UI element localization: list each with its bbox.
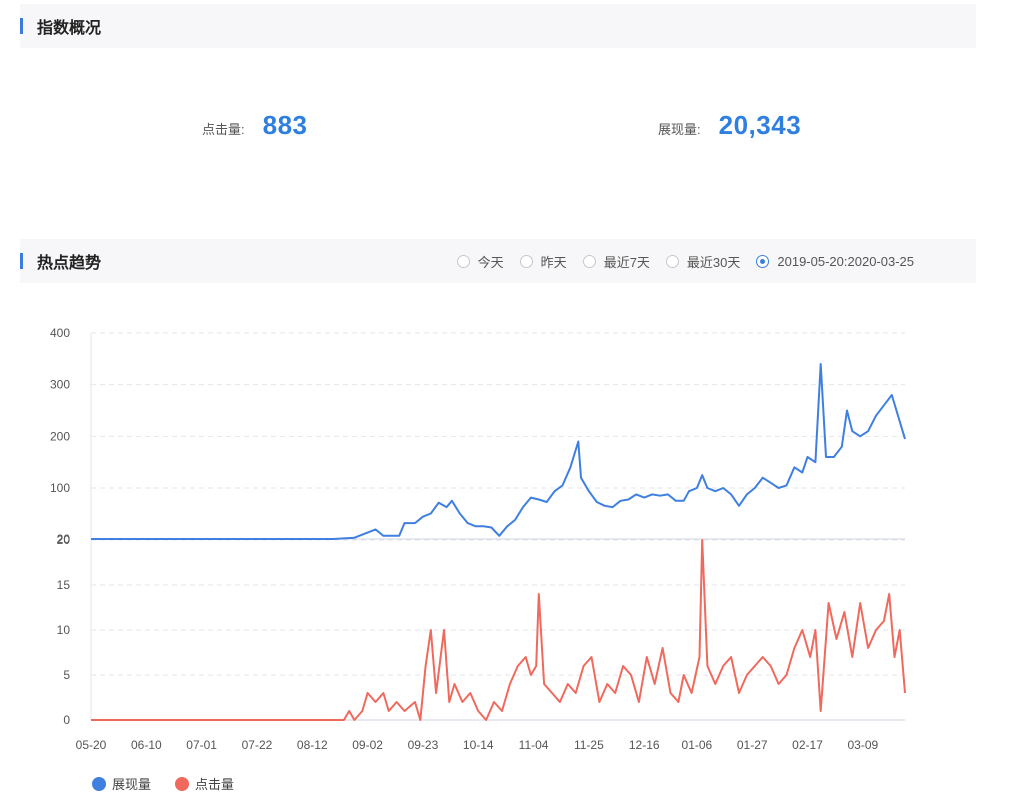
x-tick-label: 07-01 (186, 738, 217, 752)
range-option-custom[interactable]: 2019-05-20:2020-03-25 (756, 254, 914, 269)
date-range-selector: 今天 昨天 最近7天 最近30天 2019-05-20:2020-03-25 (441, 239, 914, 283)
trend-header: 热点趋势 今天 昨天 最近7天 最近30天 2019-05-20:2020-03… (20, 239, 976, 283)
radio-selected-icon[interactable] (756, 254, 770, 268)
chart-series (91, 363, 906, 721)
chart-gridlines (91, 332, 905, 721)
legend-dot-icon (175, 776, 190, 791)
overview-header: 指数概况 (20, 4, 976, 48)
legend-dot-icon (92, 776, 106, 791)
range-option-label: 最近7天 (603, 254, 650, 270)
views-label: 展现量: (658, 122, 701, 137)
x-tick-label: 02-17 (792, 738, 823, 752)
x-tick-label: 09-23 (408, 738, 439, 752)
legend-item-views[interactable]: 展现量 (92, 774, 151, 793)
range-option-last-7-days[interactable]: 最近7天 (582, 252, 650, 271)
range-option-today[interactable]: 今天 (456, 252, 504, 271)
clicks-stat: 点击量: 883 (202, 110, 308, 141)
x-tick-label: 07-22 (242, 738, 273, 752)
y-tick-label: 100 (50, 481, 70, 495)
x-tick-label: 03-09 (847, 738, 878, 752)
range-option-label: 最近30天 (686, 254, 741, 270)
y-tick-label: 300 (50, 378, 70, 392)
x-tick-label: 10-14 (463, 738, 494, 752)
legend-item-clicks[interactable]: 点击量 (175, 774, 234, 793)
radio-icon[interactable] (519, 254, 533, 268)
range-option-yesterday[interactable]: 昨天 (519, 252, 567, 271)
legend-label: 展现量 (112, 777, 152, 792)
radio-icon[interactable] (456, 254, 470, 268)
x-tick-label: 01-06 (682, 738, 713, 752)
y-tick-label: 400 (50, 326, 70, 340)
y-tick-label: 20 (57, 533, 71, 547)
range-option-last-30-days[interactable]: 最近30天 (665, 252, 741, 271)
radio-icon[interactable] (582, 254, 596, 268)
x-tick-label: 01-27 (737, 738, 768, 752)
x-tick-label: 11-04 (519, 738, 549, 752)
range-option-label: 2019-05-20:2020-03-25 (777, 253, 914, 269)
chart-legend: 展现量 点击量 (92, 774, 258, 793)
legend-label: 点击量 (195, 777, 235, 792)
series-line-views (91, 363, 906, 540)
y-tick-label: 10 (57, 623, 71, 637)
trend-title: 热点趋势 (37, 255, 102, 272)
range-option-label: 昨天 (540, 254, 567, 270)
x-tick-label: 12-16 (629, 738, 660, 752)
y-tick-label: 0 (63, 713, 70, 727)
section-accent-bar (20, 18, 23, 34)
radio-icon[interactable] (665, 254, 679, 268)
trend-chart: 201002003004000510152005-20 06-10 07-01 07-… (50, 326, 906, 752)
clicks-label: 点击量: (202, 122, 245, 137)
overview-title: 指数概况 (37, 20, 102, 37)
range-option-label: 今天 (477, 254, 504, 270)
y-tick-label: 5 (63, 668, 70, 682)
x-tick-label: 05-20 (76, 738, 107, 752)
x-tick-label: 08-12 (297, 738, 328, 752)
x-tick-label: 09-02 (352, 738, 383, 752)
views-stat: 展现量: 20,343 (658, 110, 801, 141)
y-tick-label: 200 (50, 429, 70, 443)
section-accent-bar (20, 253, 23, 269)
x-tick-label: 06-10 (131, 738, 162, 752)
y-tick-label: 15 (57, 578, 71, 592)
x-tick-label: 11-25 (574, 738, 604, 752)
clicks-value: 883 (262, 110, 308, 140)
views-value: 20,343 (718, 110, 802, 140)
